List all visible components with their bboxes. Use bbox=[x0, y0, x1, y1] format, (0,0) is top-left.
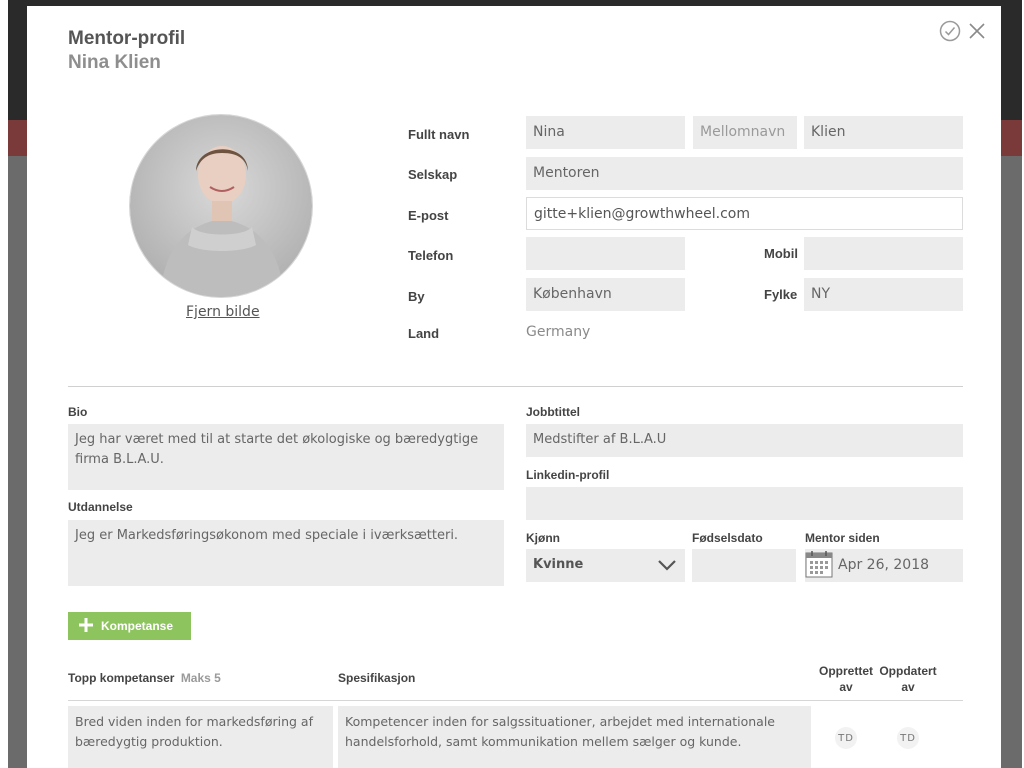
phone-label: Telefon bbox=[408, 248, 454, 263]
col-header-specification: Spesifikasjon bbox=[338, 671, 416, 685]
mentor-since-label: Mentor siden bbox=[805, 531, 880, 545]
col-header-top-competence: Topp kompetanser Maks 5 bbox=[68, 671, 221, 685]
remove-photo-link[interactable]: Fjern bilde bbox=[186, 304, 260, 320]
full-name-label: Fullt navn bbox=[408, 127, 470, 142]
linkedin-field[interactable] bbox=[526, 487, 963, 520]
modal-title: Mentor-profil bbox=[68, 28, 186, 49]
email-label: E-post bbox=[408, 208, 449, 223]
county-label: Fylke bbox=[764, 287, 798, 302]
col-header-updated-by: Oppdatert av bbox=[878, 663, 938, 695]
col-top-label: Topp kompetanser bbox=[68, 671, 175, 685]
col-updated-line1: Oppdatert bbox=[879, 664, 937, 678]
add-competence-label: Kompetanse bbox=[101, 619, 174, 633]
calendar-icon[interactable] bbox=[805, 549, 835, 582]
mobile-label: Mobil bbox=[764, 246, 798, 261]
competence-spec-cell[interactable]: Kompetencer inden for salgssituationer, … bbox=[338, 706, 811, 768]
last-name-field[interactable]: Klien bbox=[804, 116, 963, 149]
birthdate-field[interactable] bbox=[692, 549, 796, 582]
col-header-created-by: Opprettet av bbox=[816, 663, 876, 695]
education-textarea[interactable]: Jeg er Markedsføringsøkonom med speciale… bbox=[68, 520, 504, 586]
linkedin-label: Linkedin-profil bbox=[526, 468, 610, 482]
col-created-line1: Opprettet bbox=[819, 664, 873, 678]
job-title-field[interactable]: Medstifter af B.L.A.U bbox=[526, 424, 963, 457]
city-field[interactable]: København bbox=[526, 278, 685, 311]
add-competence-button[interactable]: Kompetanse bbox=[68, 612, 191, 640]
education-label: Utdannelse bbox=[68, 500, 133, 514]
company-label: Selskap bbox=[408, 167, 458, 182]
company-field[interactable]: Mentoren bbox=[526, 157, 963, 190]
county-field[interactable]: NY bbox=[804, 278, 963, 311]
middle-name-placeholder: Mellomnavn bbox=[700, 124, 786, 140]
plus-icon bbox=[78, 617, 94, 636]
col-updated-line2: av bbox=[901, 680, 915, 694]
col-top-note: Maks 5 bbox=[180, 671, 221, 685]
gender-value: Kvinne bbox=[533, 557, 584, 572]
section-divider bbox=[68, 386, 963, 387]
birthdate-label: Fødselsdato bbox=[692, 531, 763, 545]
bio-textarea[interactable]: Jeg har været med til at starte det økol… bbox=[68, 424, 504, 490]
gender-label: Kjønn bbox=[526, 531, 560, 545]
created-by-avatar: TD bbox=[835, 727, 857, 749]
city-label: By bbox=[408, 289, 425, 304]
avatar bbox=[129, 114, 313, 298]
country-label: Land bbox=[408, 326, 440, 341]
col-created-line2: av bbox=[839, 680, 853, 694]
updated-by-avatar: TD bbox=[897, 727, 919, 749]
table-header-divider bbox=[68, 700, 963, 701]
email-field[interactable]: gitte+klien@growthwheel.com bbox=[526, 197, 963, 230]
middle-name-field[interactable]: Mellomnavn bbox=[693, 116, 797, 149]
chevron-down-icon bbox=[657, 558, 677, 576]
mentor-profile-modal: Mentor-profil Nina Klien Fjern bilde Ful… bbox=[27, 6, 1001, 768]
mentor-since-field[interactable]: Apr 26, 2018 bbox=[805, 549, 963, 582]
close-icon[interactable] bbox=[967, 21, 987, 45]
mentor-since-value: Apr 26, 2018 bbox=[838, 557, 930, 573]
job-title-label: Jobbtittel bbox=[526, 405, 580, 419]
check-circle-icon[interactable] bbox=[939, 20, 961, 46]
mobile-field[interactable] bbox=[804, 237, 963, 270]
first-name-field[interactable]: Nina bbox=[526, 116, 685, 149]
phone-field[interactable] bbox=[526, 237, 685, 270]
bio-label: Bio bbox=[68, 405, 88, 419]
gender-select[interactable]: Kvinne bbox=[526, 549, 685, 582]
mentor-name-subtitle: Nina Klien bbox=[68, 52, 161, 73]
modal-header-actions bbox=[939, 20, 987, 46]
country-value[interactable]: Germany bbox=[526, 324, 590, 340]
competence-name-cell[interactable]: Bred viden inden for markedsføring af bæ… bbox=[68, 706, 333, 768]
